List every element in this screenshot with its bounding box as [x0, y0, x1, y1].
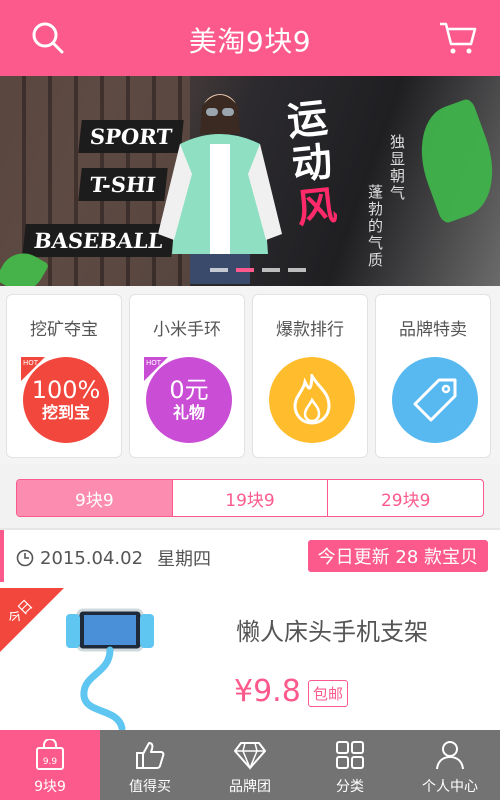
thumbs-up-icon [133, 738, 167, 772]
diamond-icon [233, 738, 267, 772]
free-shipping-badge: 包邮 [308, 680, 349, 707]
tab-29-9[interactable]: 29块9 [327, 480, 483, 516]
pager-dot-active[interactable] [236, 268, 254, 272]
banner-headline: 运 动 风 [285, 94, 339, 233]
nav-label: 品牌团 [229, 779, 271, 795]
product-name: 懒人床头手机支架 [236, 618, 428, 646]
banner-headline-char: 风 [294, 181, 339, 233]
leaf-decoration [405, 97, 500, 225]
nav-label: 个人中心 [422, 779, 478, 795]
person-icon [433, 738, 467, 772]
nav-label: 值得买 [129, 779, 171, 795]
grid-icon [333, 738, 367, 772]
feature-badge-subtext: 挖到宝 [41, 403, 90, 422]
feature-label: 品牌特卖 [399, 320, 467, 340]
nav-label: 9块9 [34, 779, 66, 795]
today-ribbon: 今日 [0, 588, 64, 652]
date-bar: 2015.04.02 星期四 今日更新 28 款宝贝 [0, 530, 500, 582]
banner-model-image [158, 94, 282, 284]
feature-badge-text: 0元 [169, 376, 209, 404]
feature-card-mining[interactable]: 挖矿夺宝 100% 挖到宝 HOT [6, 294, 122, 458]
app-title: 美淘9块9 [188, 25, 312, 58]
promo-banner[interactable]: SPORT T-SHI BASEBALL 运 动 风 独显朝气 蓬勃的气质 [0, 76, 500, 286]
nav-category[interactable]: 分类 [300, 730, 400, 800]
nav-worth-buying[interactable]: 值得买 [100, 730, 200, 800]
price-tabs: 9块9 19块9 29块9 [16, 479, 484, 517]
feature-badge-text: 100% [31, 376, 101, 404]
product-price: ¥9.8 [234, 674, 301, 709]
feature-card-ranking[interactable]: 爆款排行 [252, 294, 368, 458]
update-count-badge: 今日更新 28 款宝贝 [307, 540, 488, 572]
banner-headline-char: 运 [285, 94, 330, 146]
feature-label: 小米手环 [153, 320, 221, 340]
tag-icon [413, 378, 457, 422]
feature-badge-circle [269, 357, 355, 443]
nav-profile[interactable]: 个人中心 [400, 730, 500, 800]
cart-icon [440, 22, 477, 54]
today-ribbon-text: 今日 [5, 597, 37, 629]
product-image [66, 608, 154, 730]
bag-icon-text: 9.9 [43, 757, 58, 767]
fire-icon [293, 374, 331, 425]
tab-19-9[interactable]: 19块9 [171, 480, 328, 516]
product-item[interactable]: 今日 懒人床头手机支架 ¥9.8 包邮 [0, 582, 500, 730]
nav-9-9[interactable]: 9.9 9块9 [0, 730, 100, 800]
date-text: 2015.04.02 [40, 547, 144, 569]
banner-headline-char: 动 [289, 138, 335, 189]
feature-badge-subtext: 礼物 [172, 403, 205, 422]
feature-card-xiaomi[interactable]: 小米手环 0元 礼物 HOT [129, 294, 245, 458]
nav-brand-group[interactable]: 品牌团 [200, 730, 300, 800]
pager-dot[interactable] [210, 268, 228, 272]
bag-icon: 9.9 [33, 738, 67, 772]
app-header: 美淘9块9 [0, 0, 500, 76]
banner-slogan-1: 独显朝气 [390, 133, 406, 202]
feature-label: 挖矿夺宝 [30, 320, 98, 340]
banner-slogan-2: 蓬勃的气质 [368, 183, 384, 269]
feature-card-brand-sale[interactable]: 品牌特卖 [375, 294, 491, 458]
banner-pager [210, 268, 306, 272]
date-display: 2015.04.02 星期四 [16, 545, 211, 571]
feature-badge-circle [392, 357, 478, 443]
tab-9-9[interactable]: 9块9 [17, 480, 172, 516]
pager-dot[interactable] [262, 268, 280, 272]
bottom-nav: 9.9 9块9 值得买 品牌团 分类 个人中心 [0, 730, 500, 800]
nav-label: 分类 [336, 779, 364, 795]
cart-button[interactable] [436, 18, 480, 58]
feature-badge-circle: 100% 挖到宝 [23, 357, 109, 443]
weekday-text: 星期四 [157, 549, 212, 570]
pager-dot[interactable] [288, 268, 306, 272]
feature-label: 爆款排行 [276, 320, 344, 340]
feature-badge-circle: 0元 礼物 [146, 357, 232, 443]
clock-icon [16, 549, 34, 567]
feature-grid: 挖矿夺宝 100% 挖到宝 HOT 小米手环 0元 礼物 HOT 爆款排行 品牌… [0, 286, 500, 464]
